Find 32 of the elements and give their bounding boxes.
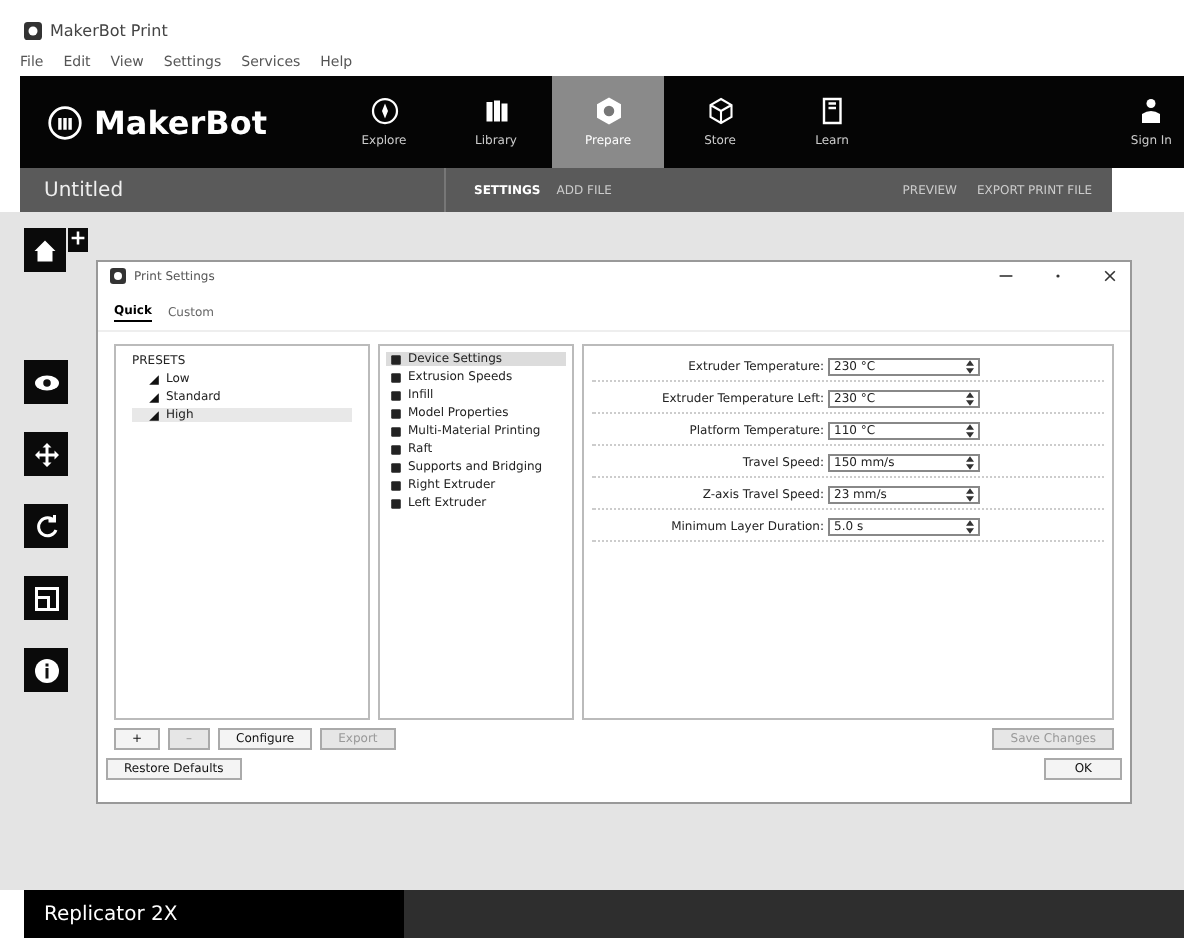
spinner-arrows-icon[interactable] bbox=[966, 392, 974, 406]
hexagon-icon bbox=[593, 96, 623, 126]
plus-icon bbox=[70, 230, 86, 246]
spinner-arrows-icon[interactable] bbox=[966, 424, 974, 438]
printer-name: Replicator 2X bbox=[24, 890, 404, 938]
scale-button[interactable] bbox=[24, 576, 68, 620]
spinner-arrows-icon[interactable] bbox=[966, 520, 974, 534]
scale-icon bbox=[31, 583, 61, 613]
books-icon bbox=[481, 96, 511, 126]
brand-name: MakerBot bbox=[94, 103, 268, 141]
rotate-icon bbox=[31, 511, 61, 541]
spinner-arrows-icon[interactable] bbox=[966, 360, 974, 374]
cube-icon bbox=[705, 96, 735, 126]
window-title: MakerBot Print bbox=[50, 21, 168, 39]
move-button[interactable] bbox=[24, 432, 68, 476]
move-icon bbox=[31, 439, 61, 469]
rotate-button[interactable] bbox=[24, 504, 68, 548]
info-icon bbox=[31, 655, 61, 685]
app-icon bbox=[110, 268, 126, 284]
project-title: Untitled bbox=[42, 179, 126, 201]
app-icon bbox=[24, 21, 42, 39]
close-icon[interactable] bbox=[1102, 268, 1118, 284]
spinner-arrows-icon[interactable] bbox=[966, 488, 974, 502]
home-button[interactable] bbox=[24, 228, 66, 272]
view-button[interactable] bbox=[24, 360, 68, 404]
home-icon bbox=[30, 235, 60, 265]
info-button[interactable] bbox=[24, 648, 68, 692]
compass-icon bbox=[369, 96, 399, 126]
add-button[interactable] bbox=[68, 228, 88, 252]
spinner-arrows-icon[interactable] bbox=[966, 456, 974, 470]
logo-icon bbox=[48, 105, 82, 139]
book-icon bbox=[817, 96, 847, 126]
